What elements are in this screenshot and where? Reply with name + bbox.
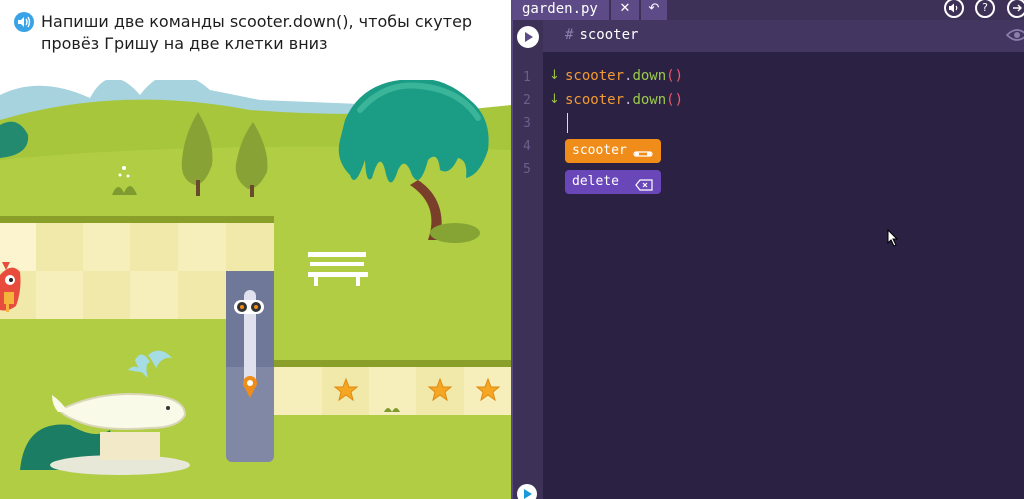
file-title: # scooter <box>565 27 639 43</box>
scooter-chip-icon <box>633 145 653 169</box>
task-instruction: Напиши две команды scooter.down(), чтобы… <box>41 12 473 53</box>
delete-suggestion-chip[interactable]: delete <box>565 170 661 194</box>
undo-button[interactable]: ↶ <box>639 0 667 20</box>
down-arrow-icon: ↓ <box>549 92 560 107</box>
eye-icon[interactable] <box>1005 27 1024 47</box>
scooter-suggestion-chip[interactable]: scooter <box>565 139 661 163</box>
close-tab-button[interactable]: ✕ <box>609 0 639 20</box>
line-number: 2 <box>523 93 531 108</box>
file-title-text: scooter <box>579 27 639 43</box>
editor-gutter <box>513 20 543 499</box>
down-arrow-icon: ↓ <box>549 68 560 83</box>
code-line[interactable]: scooter.down() <box>565 68 683 84</box>
volume-icon[interactable] <box>944 0 964 18</box>
tab-garden-py[interactable]: garden.py <box>513 0 609 20</box>
path-lower <box>274 360 511 415</box>
help-icon[interactable]: ? <box>975 0 995 18</box>
tab-bar: garden.py ✕ ↶ ? <box>513 0 1024 20</box>
run-program-button[interactable] <box>517 484 537 499</box>
backspace-icon <box>635 176 653 200</box>
app-window: Напиши две команды scooter.down(), чтобы… <box>0 0 1024 499</box>
line-number: 1 <box>523 70 531 85</box>
speaker-icon[interactable] <box>14 12 34 32</box>
scooter-track <box>226 271 274 462</box>
line-number: 4 <box>523 139 531 154</box>
run-button[interactable] <box>517 26 539 48</box>
line-number: 3 <box>523 116 531 131</box>
code-line[interactable]: scooter.down() <box>565 92 683 108</box>
line-number: 5 <box>523 162 531 177</box>
mouse-pointer-icon <box>887 229 899 247</box>
game-panel: Напиши две команды scooter.down(), чтобы… <box>0 0 511 499</box>
text-cursor <box>567 113 568 133</box>
code-editor: garden.py ✕ ↶ ? # scooter 1 2 3 4 5 ↓ sco… <box>511 0 1024 499</box>
task-banner: Напиши две команды scooter.down(), чтобы… <box>0 0 511 80</box>
exit-icon[interactable] <box>1007 0 1024 18</box>
scooter <box>234 300 264 314</box>
